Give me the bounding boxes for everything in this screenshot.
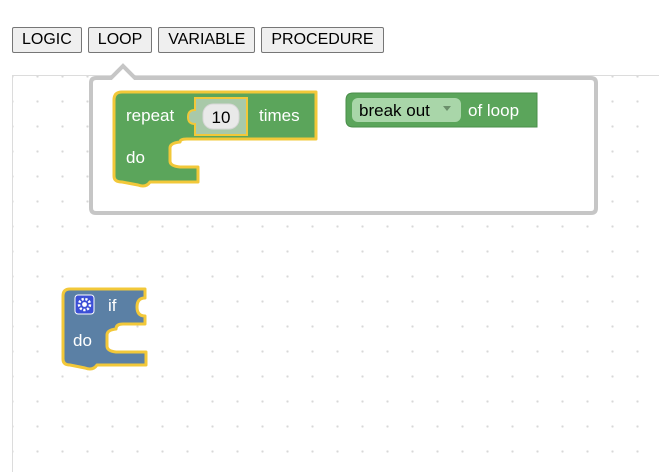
repeat-count-value: 10 <box>212 108 231 127</box>
if-label: if <box>108 296 117 315</box>
break-out-of-loop-block[interactable]: break out of loop <box>345 92 538 128</box>
repeat-label: repeat <box>126 106 174 125</box>
if-block[interactable]: if do <box>61 287 148 371</box>
break-suffix-label: of loop <box>468 101 519 120</box>
break-dropdown-value: break out <box>359 101 430 120</box>
repeat-do-label: do <box>126 148 145 167</box>
if-do-label: do <box>73 331 92 350</box>
mutator-gear-icon[interactable] <box>74 294 95 315</box>
block-canvas: repeat 10 times do break out of loop if … <box>61 63 598 371</box>
times-label: times <box>259 106 300 125</box>
